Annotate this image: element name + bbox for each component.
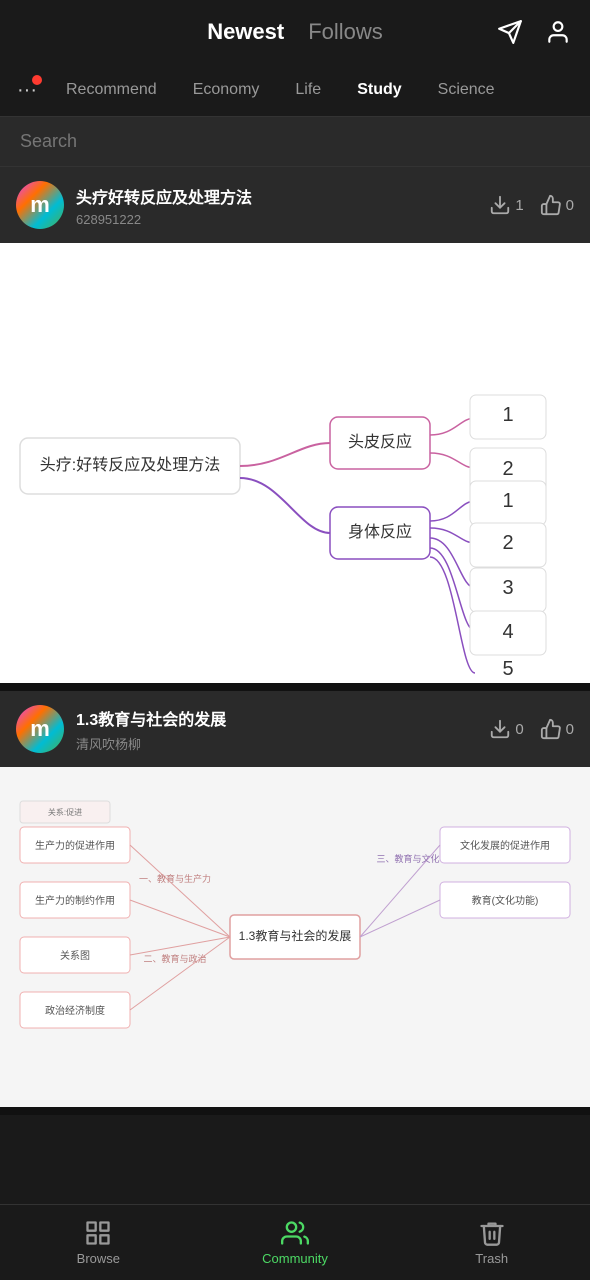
svg-text:1.3教育与社会的发展: 1.3教育与社会的发展 xyxy=(239,928,352,943)
svg-text:2: 2 xyxy=(502,458,513,480)
category-science[interactable]: Science xyxy=(422,75,511,105)
header-tabs: Newest Follows xyxy=(207,19,383,45)
search-input[interactable] xyxy=(20,131,570,152)
post-title-1[interactable]: 头疗好转反应及处理方法 xyxy=(76,184,489,208)
bottom-nav: Browse Community Trash xyxy=(0,1204,590,1280)
nav-community[interactable]: Community xyxy=(197,1219,394,1266)
post-header-1: m 头疗好转反应及处理方法 628951222 1 0 xyxy=(0,167,590,243)
svg-text:1: 1 xyxy=(502,404,513,426)
category-recommend[interactable]: Recommend xyxy=(50,75,173,105)
header: Newest Follows xyxy=(0,0,590,64)
svg-text:关系:促进: 关系:促进 xyxy=(48,807,82,817)
bottom-spacer xyxy=(0,1115,590,1191)
svg-text:头皮反应: 头皮反应 xyxy=(348,432,412,451)
mindmap-1: 头疗:好转反应及处理方法 头皮反应 1 2 身体反应 1 xyxy=(0,243,590,683)
post-title-2[interactable]: 1.3教育与社会的发展 xyxy=(76,706,489,730)
svg-text:政治经济制度: 政治经济制度 xyxy=(45,1004,105,1017)
post-username-2: 清风吹杨柳 xyxy=(76,734,489,753)
tab-follows[interactable]: Follows xyxy=(308,19,383,45)
like-count-1: 0 xyxy=(566,197,574,214)
category-study[interactable]: Study xyxy=(341,75,417,105)
nav-browse[interactable]: Browse xyxy=(0,1219,197,1266)
svg-text:5: 5 xyxy=(502,658,513,680)
svg-text:二、教育与政治: 二、教育与政治 xyxy=(143,953,206,964)
mindmap-2: 1.3教育与社会的发展 生产力的促进作用 关系:促进 生产力的制约作用 关系图 … xyxy=(0,767,590,1107)
trash-icon xyxy=(478,1219,506,1247)
nav-community-label: Community xyxy=(262,1251,328,1266)
post-card-1: m 头疗好转反应及处理方法 628951222 1 0 xyxy=(0,167,590,691)
like-button-1[interactable]: 0 xyxy=(540,194,574,216)
send-icon[interactable] xyxy=(494,16,526,48)
download-count-1: 1 xyxy=(515,197,523,214)
download-button-1[interactable]: 1 xyxy=(489,194,523,216)
svg-text:一、教育与生产力: 一、教育与生产力 xyxy=(139,873,211,884)
nav-trash-label: Trash xyxy=(475,1251,508,1266)
svg-text:4: 4 xyxy=(502,621,513,643)
post-meta-1: 头疗好转反应及处理方法 628951222 xyxy=(76,184,489,227)
svg-text:文化发展的促进作用: 文化发展的促进作用 xyxy=(460,839,550,852)
tab-newest[interactable]: Newest xyxy=(207,19,284,45)
avatar-2: m xyxy=(16,705,64,753)
svg-text:1: 1 xyxy=(502,490,513,512)
nav-browse-label: Browse xyxy=(77,1251,120,1266)
post-header-2: m 1.3教育与社会的发展 清风吹杨柳 0 0 xyxy=(0,691,590,767)
profile-icon[interactable] xyxy=(542,16,574,48)
svg-text:头疗:好转反应及处理方法: 头疗:好转反应及处理方法 xyxy=(40,455,220,474)
post-actions-1: 1 0 xyxy=(489,194,574,216)
category-life[interactable]: Life xyxy=(279,75,337,105)
like-button-2[interactable]: 0 xyxy=(540,718,574,740)
svg-text:3: 3 xyxy=(502,577,513,599)
avatar-1: m xyxy=(16,181,64,229)
browse-icon xyxy=(84,1219,112,1247)
more-button[interactable]: ··· xyxy=(8,71,46,109)
svg-text:生产力的促进作用: 生产力的促进作用 xyxy=(35,839,115,852)
like-count-2: 0 xyxy=(566,721,574,738)
svg-text:教育(文化功能): 教育(文化功能) xyxy=(472,894,539,907)
download-button-2[interactable]: 0 xyxy=(489,718,523,740)
header-icons xyxy=(494,16,574,48)
notification-dot xyxy=(32,75,42,85)
download-count-2: 0 xyxy=(515,721,523,738)
post-actions-2: 0 0 xyxy=(489,718,574,740)
svg-text:2: 2 xyxy=(502,532,513,554)
svg-text:生产力的制约作用: 生产力的制约作用 xyxy=(35,894,115,907)
category-tabs: ··· Recommend Economy Life Study Science xyxy=(0,64,590,116)
svg-text:身体反应: 身体反应 xyxy=(348,522,412,541)
post-meta-2: 1.3教育与社会的发展 清风吹杨柳 xyxy=(76,706,489,753)
post-card-2: m 1.3教育与社会的发展 清风吹杨柳 0 0 xyxy=(0,691,590,1115)
category-economy[interactable]: Economy xyxy=(177,75,276,105)
svg-text:三、教育与文化: 三、教育与文化 xyxy=(376,853,439,864)
svg-text:关系图: 关系图 xyxy=(60,949,90,962)
nav-trash[interactable]: Trash xyxy=(393,1219,590,1266)
search-bar xyxy=(0,116,590,167)
community-icon xyxy=(281,1219,309,1247)
post-username-1: 628951222 xyxy=(76,212,489,227)
